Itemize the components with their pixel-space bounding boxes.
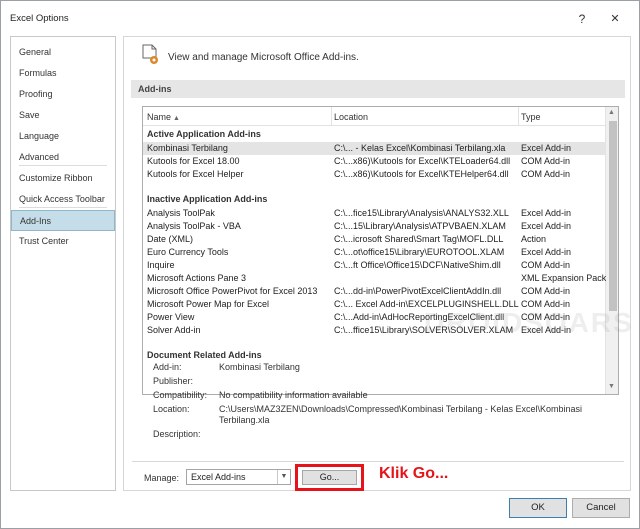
cell-type: COM Add-in xyxy=(521,156,571,166)
table-row[interactable]: Kombinasi Terbilang C:\... - Kelas Excel\… xyxy=(143,142,605,155)
column-header-name[interactable]: Name ▲ xyxy=(147,112,180,122)
title-bar: Excel Options ? ✕ xyxy=(1,1,639,35)
close-button[interactable]: ✕ xyxy=(604,9,626,29)
table-row[interactable]: Analysis ToolPak - VBA C:\...15\Library\A… xyxy=(143,220,605,233)
table-row[interactable]: Microsoft Actions Pane 3 XML Expansion Pa… xyxy=(143,272,606,285)
addin-label: Add-in: xyxy=(153,362,182,372)
sort-ascending-icon: ▲ xyxy=(173,115,180,122)
column-header-type[interactable]: Type xyxy=(521,112,541,122)
table-row[interactable]: Date (XML) C:\...icrosoft Shared\Smart Ta… xyxy=(143,233,605,246)
cell-type: Excel Add-in xyxy=(521,208,572,218)
group-header: Document Related Add-ins xyxy=(147,350,262,360)
list-header: Name ▲ Location Type xyxy=(143,107,605,126)
ok-button[interactable]: OK xyxy=(509,498,567,518)
cell-location: C:\...fice15\Library\Analysis\ANALYS32.X… xyxy=(334,208,509,218)
cell-type: XML Expansion Pack xyxy=(521,273,606,283)
cell-type: Excel Add-in xyxy=(521,247,572,257)
cell-location: C:\...x86)\Kutools for Excel\KTEHelper64… xyxy=(334,169,509,179)
sidebar-divider xyxy=(19,207,107,208)
highlight-box: Go... xyxy=(295,464,364,491)
location-label: Location: xyxy=(153,404,190,414)
sidebar-divider xyxy=(19,165,107,166)
sidebar-item-trust-center[interactable]: Trust Center xyxy=(11,231,115,252)
location-value: C:\Users\MAZ3ZEN\Downloads\Compressed\Ko… xyxy=(219,404,582,425)
cell-type: Excel Add-in xyxy=(521,143,572,153)
table-row[interactable]: Analysis ToolPak C:\...fice15\Library\Ana… xyxy=(143,207,605,220)
chevron-down-icon[interactable]: ▼ xyxy=(277,470,290,484)
manage-select-value: Excel Add-ins xyxy=(191,472,246,482)
section-header: Add-ins xyxy=(131,80,625,98)
publisher-label: Publisher: xyxy=(153,376,194,386)
cell-location: C:\...ot\office15\Library\EUROTOOL.XLAM xyxy=(334,247,505,257)
cell-location: C:\...ft Office\Office15\DCF\NativeShim.… xyxy=(334,260,501,270)
cell-location: C:\...dd-in\PowerPivotExcelClientAddIn.d… xyxy=(334,286,502,296)
addins-gear-icon xyxy=(142,44,158,64)
cell-name: Microsoft Office PowerPivot for Excel 20… xyxy=(147,286,318,296)
cell-name: Analysis ToolPak xyxy=(147,208,215,218)
cell-type: COM Add-in xyxy=(521,286,571,296)
table-row[interactable]: Inquire C:\...ft Office\Office15\DCF\Nati… xyxy=(143,259,605,272)
table-row[interactable]: Microsoft Office PowerPivot for Excel 20… xyxy=(143,285,605,298)
sidebar-item-save[interactable]: Save xyxy=(11,105,115,126)
cell-location: C:\...15\Library\Analysis\ATPVBAEN.XLAM xyxy=(334,221,506,231)
compatibility-value: No compatibility information available xyxy=(219,390,368,400)
addins-list: Name ▲ Location Type ▲ ▼ Active Applicati… xyxy=(142,106,619,395)
sidebar-item-general[interactable]: General xyxy=(11,42,115,63)
table-row[interactable]: Kutools for Excel Helper C:\...x86)\Kutoo… xyxy=(143,168,605,181)
go-button[interactable]: Go... xyxy=(302,470,357,485)
scroll-thumb[interactable] xyxy=(609,121,617,311)
manage-divider xyxy=(132,461,624,462)
cell-type: Excel Add-in xyxy=(521,221,572,231)
cell-name: Date (XML) xyxy=(147,234,194,244)
excel-options-dialog: Excel Options ? ✕ General Formulas Proof… xyxy=(0,0,640,529)
list-scrollbar[interactable]: ▲ ▼ xyxy=(605,107,618,394)
compatibility-label: Compatibility: xyxy=(153,390,208,400)
watermark: DROIDSOARS xyxy=(424,307,634,338)
cell-type: COM Add-in xyxy=(521,169,571,179)
cancel-button[interactable]: Cancel xyxy=(572,498,630,518)
cell-location: C:\... - Kelas Excel\Kombinasi Terbilang… xyxy=(334,143,506,153)
manage-select[interactable]: Excel Add-ins ▼ xyxy=(186,469,291,485)
help-button[interactable]: ? xyxy=(571,9,593,29)
cell-name: Microsoft Power Map for Excel xyxy=(147,299,270,309)
header-text: View and manage Microsoft Office Add-ins… xyxy=(168,52,359,63)
cell-type: COM Add-in xyxy=(521,260,571,270)
column-header-label: Name xyxy=(147,112,172,122)
sidebar-item-language[interactable]: Language xyxy=(11,126,115,147)
cell-name: Microsoft Actions Pane 3 xyxy=(147,273,247,283)
sidebar: General Formulas Proofing Save Language … xyxy=(10,36,116,491)
manage-label: Manage: xyxy=(144,473,180,483)
cell-name: Inquire xyxy=(147,260,175,270)
cell-location: C:\...x86)\Kutools for Excel\KTELoader64… xyxy=(334,156,511,166)
cell-name: Kutools for Excel 18.00 xyxy=(147,156,240,166)
column-header-location[interactable]: Location xyxy=(334,112,368,122)
cell-name: Kutools for Excel Helper xyxy=(147,169,244,179)
description-label: Description: xyxy=(153,429,201,439)
cell-type: Action xyxy=(521,234,547,244)
scroll-down-icon[interactable]: ▼ xyxy=(608,383,615,390)
cell-name: Analysis ToolPak - VBA xyxy=(147,221,241,231)
section-title: Add-ins xyxy=(138,84,172,94)
cell-name: Power View xyxy=(147,312,195,322)
group-header: Inactive Application Add-ins xyxy=(147,194,268,204)
cell-name: Solver Add-in xyxy=(147,325,201,335)
main-panel: View and manage Microsoft Office Add-ins… xyxy=(123,36,634,491)
table-row[interactable]: Euro Currency Tools C:\...ot\office15\Lib… xyxy=(143,246,605,259)
cell-location: C:\...icrosoft Shared\Smart Tag\MOFL.DLL xyxy=(334,234,504,244)
scroll-up-icon[interactable]: ▲ xyxy=(608,109,615,116)
sidebar-item-add-ins[interactable]: Add-Ins xyxy=(11,210,115,231)
cell-name: Euro Currency Tools xyxy=(147,247,229,257)
column-divider[interactable] xyxy=(518,107,519,126)
annotation-text: Klik Go... xyxy=(379,465,449,482)
sidebar-item-proofing[interactable]: Proofing xyxy=(11,84,115,105)
cell-name: Kombinasi Terbilang xyxy=(147,143,228,153)
sidebar-item-customize-ribbon[interactable]: Customize Ribbon xyxy=(11,168,115,189)
group-header: Active Application Add-ins xyxy=(147,129,261,139)
sidebar-item-formulas[interactable]: Formulas xyxy=(11,63,115,84)
table-row[interactable]: Kutools for Excel 18.00 C:\...x86)\Kutool… xyxy=(143,155,605,168)
addin-value: Kombinasi Terbilang xyxy=(219,362,300,372)
column-divider[interactable] xyxy=(331,107,332,126)
window-title: Excel Options xyxy=(10,13,69,24)
